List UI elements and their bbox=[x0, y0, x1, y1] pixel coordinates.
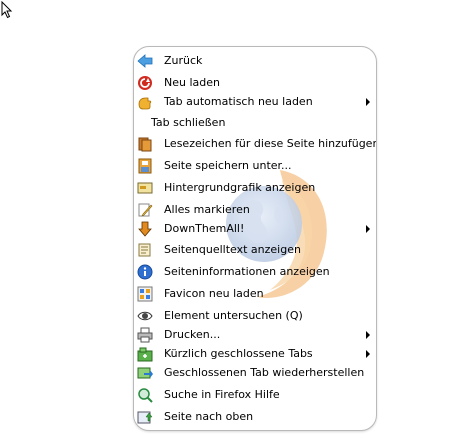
menu-item-label: Seitenquelltext anzeigen bbox=[164, 243, 301, 256]
page-up-icon bbox=[137, 409, 153, 425]
context-menu: Zurück Neu laden Tab automatisch neu lad… bbox=[133, 46, 377, 431]
menu-item-label: Favicon neu laden bbox=[164, 287, 264, 300]
menu-item-label: Drucken... bbox=[164, 328, 221, 341]
menu-item-label: Seite speichern unter... bbox=[164, 159, 292, 172]
mouse-cursor-icon bbox=[1, 1, 13, 19]
inspect-eye-icon bbox=[137, 308, 153, 324]
background-image-icon bbox=[137, 180, 153, 196]
menu-item-recently-closed-tabs[interactable]: Kürzlich geschlossene Tabs bbox=[134, 345, 376, 363]
menu-item-label: Suche in Firefox Hilfe bbox=[164, 388, 280, 401]
menu-item-page-info[interactable]: Seiteninformationen anzeigen bbox=[134, 263, 376, 281]
menu-item-view-source[interactable]: Seitenquelltext anzeigen bbox=[134, 241, 376, 259]
menu-item-close-tab[interactable]: Tab schließen bbox=[134, 114, 376, 132]
menu-item-save-page[interactable]: Seite speichern unter... bbox=[134, 157, 376, 175]
help-search-icon bbox=[137, 387, 153, 403]
menu-item-inspect-element[interactable]: Element untersuchen (Q) bbox=[134, 307, 376, 325]
menu-item-label: Neu laden bbox=[164, 76, 220, 89]
menu-item-downthemall[interactable]: DownThemAll! bbox=[134, 220, 376, 238]
downthemall-icon bbox=[137, 221, 153, 237]
save-page-icon bbox=[137, 158, 153, 174]
favicon-reload-icon bbox=[137, 286, 153, 302]
menu-item-auto-reload-tab[interactable]: Tab automatisch neu laden bbox=[134, 93, 376, 111]
menu-item-label: Tab schließen bbox=[151, 116, 226, 129]
menu-item-restore-closed-tab[interactable]: Geschlossenen Tab wiederherstellen bbox=[134, 364, 376, 382]
menu-item-label: Alles markieren bbox=[164, 203, 250, 216]
menu-item-view-background-image[interactable]: Hintergrundgrafik anzeigen bbox=[134, 179, 376, 197]
view-source-icon bbox=[137, 242, 153, 258]
menu-item-back[interactable]: Zurück bbox=[134, 52, 376, 70]
restore-tab-icon bbox=[137, 365, 153, 381]
submenu-arrow-icon bbox=[366, 331, 370, 339]
menu-item-reload[interactable]: Neu laden bbox=[134, 74, 376, 92]
submenu-arrow-icon bbox=[366, 350, 370, 358]
menu-item-reload-favicon[interactable]: Favicon neu laden bbox=[134, 285, 376, 303]
menu-item-label: Hintergrundgrafik anzeigen bbox=[164, 181, 316, 194]
select-all-pencil-icon bbox=[137, 202, 153, 218]
auto-reload-hand-icon bbox=[137, 94, 153, 110]
back-arrow-icon bbox=[137, 53, 153, 69]
menu-item-print[interactable]: Drucken... bbox=[134, 326, 376, 344]
recent-tabs-icon bbox=[137, 346, 153, 362]
menu-item-label: Zurück bbox=[164, 54, 203, 67]
menu-item-label: Geschlossenen Tab wiederherstellen bbox=[164, 366, 365, 379]
bookmark-icon bbox=[137, 136, 153, 152]
menu-item-label: Lesezeichen für diese Seite hinzufügen bbox=[164, 137, 377, 150]
reload-icon bbox=[137, 75, 153, 91]
page-info-icon bbox=[137, 264, 153, 280]
menu-item-add-bookmark[interactable]: Lesezeichen für diese Seite hinzufügen bbox=[134, 135, 376, 153]
menu-item-search-firefox-help[interactable]: Suche in Firefox Hilfe bbox=[134, 386, 376, 404]
menu-item-label: Tab automatisch neu laden bbox=[164, 95, 313, 108]
menu-item-label: Kürzlich geschlossene Tabs bbox=[164, 347, 313, 360]
menu-item-select-all[interactable]: Alles markieren bbox=[134, 201, 376, 219]
menu-item-label: Element untersuchen (Q) bbox=[164, 309, 303, 322]
printer-icon bbox=[137, 327, 153, 343]
submenu-arrow-icon bbox=[366, 98, 370, 106]
menu-item-label: Seiteninformationen anzeigen bbox=[164, 265, 330, 278]
menu-item-label: DownThemAll! bbox=[164, 222, 245, 235]
submenu-arrow-icon bbox=[366, 225, 370, 233]
menu-item-scroll-page-top[interactable]: Seite nach oben bbox=[134, 408, 376, 426]
menu-item-label: Seite nach oben bbox=[164, 410, 254, 423]
